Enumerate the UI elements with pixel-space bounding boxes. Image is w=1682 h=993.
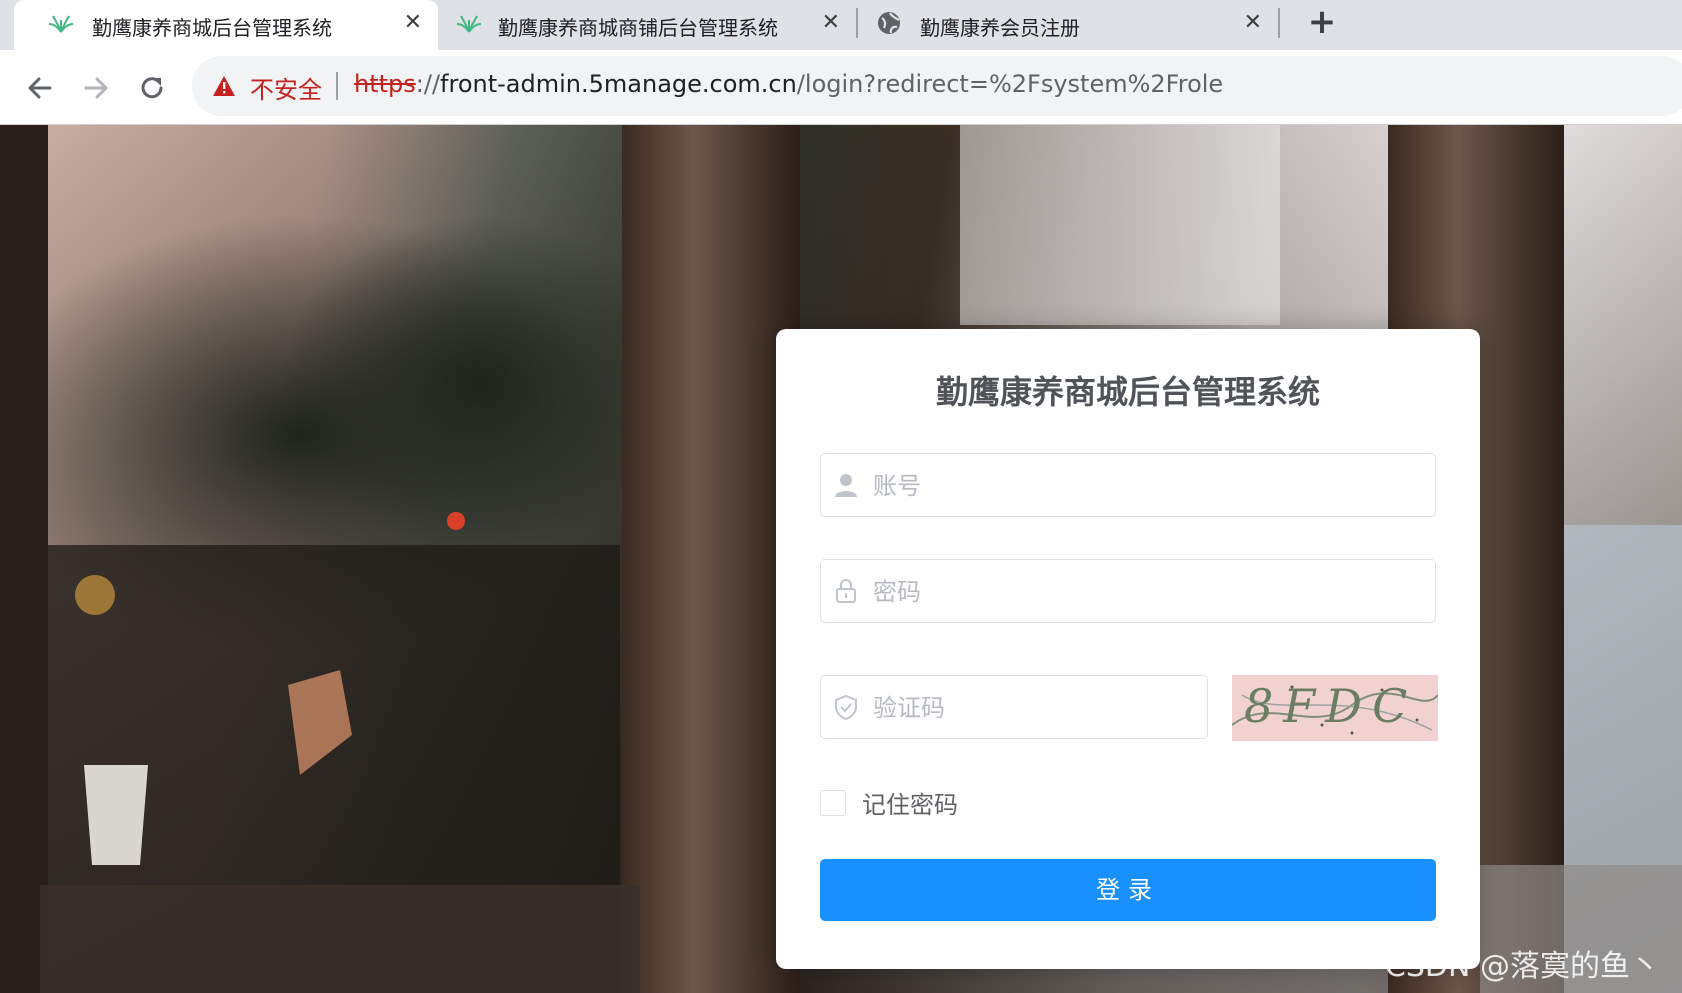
warning-triangle-icon[interactable] bbox=[212, 74, 236, 98]
close-tab-icon[interactable]: ✕ bbox=[1244, 10, 1262, 35]
globe-icon bbox=[878, 12, 900, 34]
login-page: 勤鹰康养商城后台管理系统 账号 验证码 8FDC 记住密码 登录 CSDN @落… bbox=[0, 125, 1682, 993]
remember-label: 记住密码 bbox=[862, 791, 958, 819]
browser-tab-bar: 勤鹰康养商城后台管理系统 ✕ 勤鹰康养商城商铺后台管理系统 ✕ 勤鹰康养会员注册… bbox=[0, 0, 1682, 50]
url-separator: :// bbox=[415, 70, 441, 98]
url-scheme: https bbox=[354, 70, 416, 98]
back-arrow-icon[interactable] bbox=[24, 72, 56, 104]
captcha-image[interactable]: 8FDC bbox=[1232, 675, 1438, 741]
security-status-label[interactable]: 不安全 bbox=[250, 70, 322, 105]
login-title: 勤鹰康养商城后台管理系统 bbox=[935, 373, 1320, 411]
captcha-input[interactable] bbox=[871, 676, 1184, 740]
username-input[interactable] bbox=[871, 454, 1367, 518]
close-tab-icon[interactable]: ✕ bbox=[822, 10, 840, 35]
forward-arrow-icon[interactable] bbox=[80, 72, 112, 104]
login-button[interactable]: 登录 bbox=[820, 859, 1436, 921]
captcha-text: 8FDC bbox=[1244, 679, 1418, 733]
remember-password[interactable]: 记住密码 bbox=[820, 785, 958, 820]
password-field[interactable] bbox=[820, 559, 1436, 624]
username-field[interactable] bbox=[820, 453, 1436, 518]
tab-title: 勤鹰康养商城商铺后台管理系统 bbox=[498, 16, 778, 40]
user-icon bbox=[835, 474, 857, 497]
reload-icon[interactable] bbox=[136, 72, 168, 104]
url-text[interactable]: https://front-admin.5manage.com.cn/login… bbox=[354, 70, 1223, 98]
new-tab-button[interactable]: + bbox=[1302, 2, 1342, 42]
tab-divider bbox=[1278, 8, 1280, 38]
captcha-field[interactable] bbox=[820, 675, 1208, 740]
tab-member-register[interactable]: 勤鹰康养会员注册 ✕ bbox=[858, 0, 1278, 48]
password-input[interactable] bbox=[871, 560, 1367, 624]
watermark: CSDN @落寞的鱼丶 bbox=[1384, 949, 1660, 984]
tab-title: 勤鹰康养商城后台管理系统 bbox=[92, 16, 332, 40]
address-bar[interactable]: 不安全 https://front-admin.5manage.com.cn/l… bbox=[192, 56, 1682, 116]
tab-title: 勤鹰康养会员注册 bbox=[920, 16, 1080, 40]
tab-shop-system[interactable]: 勤鹰康养商城商铺后台管理系统 ✕ bbox=[438, 0, 856, 48]
login-card: 勤鹰康养商城后台管理系统 账号 验证码 8FDC 记住密码 登录 bbox=[776, 329, 1480, 969]
remember-checkbox[interactable] bbox=[820, 789, 846, 816]
browser-toolbar: 不安全 https://front-admin.5manage.com.cn/l… bbox=[0, 50, 1682, 125]
leaf-favicon-icon bbox=[48, 15, 74, 33]
omnibox-divider bbox=[336, 72, 338, 100]
leaf-favicon-icon bbox=[456, 15, 482, 33]
url-host: front-admin.5manage.com.cn bbox=[440, 70, 797, 98]
lock-icon bbox=[836, 579, 856, 603]
tab-admin-system[interactable]: 勤鹰康养商城后台管理系统 ✕ bbox=[14, 0, 438, 50]
close-tab-icon[interactable]: ✕ bbox=[404, 10, 422, 35]
url-path: /login?redirect=%2Fsystem%2Frole bbox=[796, 70, 1224, 98]
shield-check-icon bbox=[835, 694, 857, 720]
